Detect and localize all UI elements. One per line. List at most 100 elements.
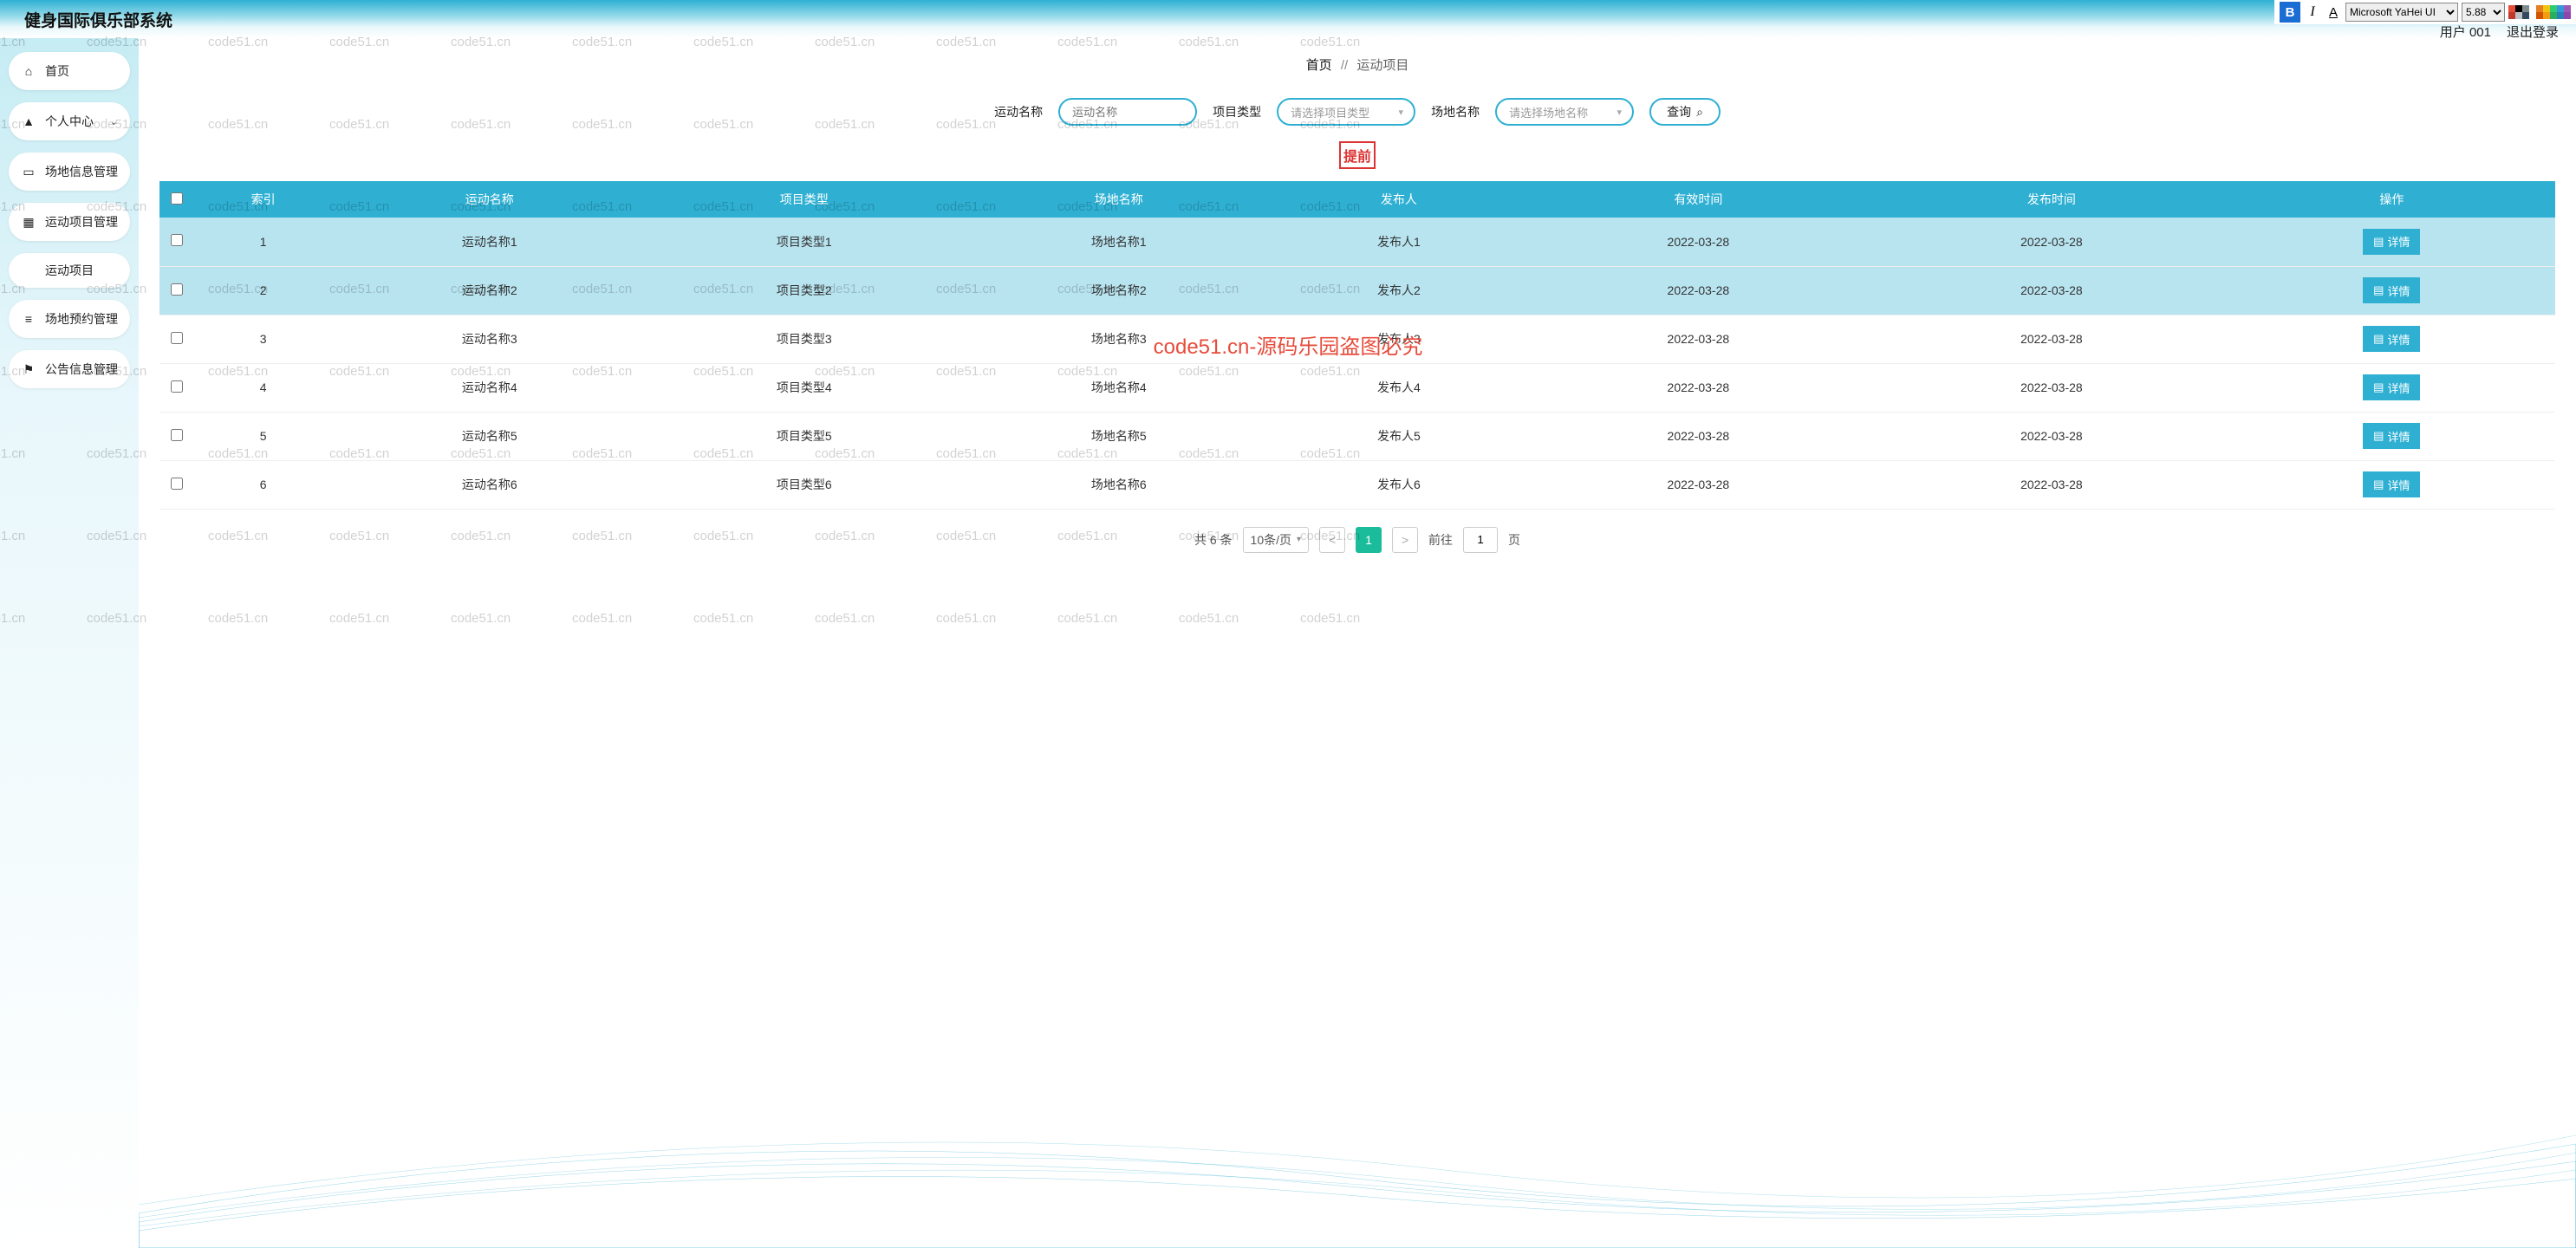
color-swatch[interactable] [2529, 12, 2536, 19]
color-swatch[interactable] [2543, 5, 2550, 12]
color-swatch[interactable] [2550, 5, 2557, 12]
sidebar-item-label: 公告信息管理 [45, 361, 118, 378]
color-swatch[interactable] [2550, 12, 2557, 19]
table-cell: ▤详情 [2228, 412, 2555, 460]
table-row: 5运动名称5项目类型5场地名称5发布人52022-03-282022-03-28… [159, 412, 2555, 460]
table-cell: 2 [194, 266, 332, 315]
color-swatch[interactable] [2557, 5, 2564, 12]
table-cell [159, 412, 194, 460]
color-swatch[interactable] [2529, 5, 2536, 12]
goto-page-input[interactable] [1463, 527, 1498, 553]
table-cell: 2022-03-28 [1875, 315, 2228, 363]
sidebar-item-label: 场地信息管理 [45, 163, 118, 180]
sidebar-item[interactable]: ▲个人中心⌄ [9, 102, 130, 140]
detail-button[interactable]: ▤详情 [2363, 423, 2420, 449]
chevron-down-icon: ▾ [1617, 107, 1623, 118]
font-size-select[interactable]: 5.88 [2462, 3, 2505, 22]
font-family-select[interactable]: Microsoft YaHei UI [2345, 3, 2458, 22]
table-cell: ▤详情 [2228, 460, 2555, 509]
color-swatch[interactable] [2564, 12, 2571, 19]
row-checkbox[interactable] [171, 429, 183, 441]
filter-bar: 运动名称 项目类型 请选择项目类型▾ 场地名称 请选择场地名称▾ 查询⌕ [159, 98, 2555, 126]
table-header-cell: 发布时间 [1875, 181, 2228, 218]
table-cell: 项目类型2 [647, 266, 961, 315]
detail-icon: ▤ [2373, 235, 2384, 249]
filter-type-select[interactable]: 请选择项目类型▾ [1277, 98, 1415, 126]
sidebar-item[interactable]: ⚑公告信息管理⌄ [9, 350, 130, 388]
filter-name-input[interactable] [1058, 98, 1197, 126]
table-header-cell: 索引 [194, 181, 332, 218]
pagination: 共 6 条 10条/页▾ < 1 > 前往 页 [159, 527, 2555, 553]
detail-button[interactable]: ▤详情 [2363, 229, 2420, 255]
sidebar-item[interactable]: ≡场地预约管理⌄ [9, 300, 130, 338]
table-cell: 2022-03-28 [1875, 460, 2228, 509]
detail-button[interactable]: ▤详情 [2363, 277, 2420, 303]
page-number-button[interactable]: 1 [1356, 527, 1382, 553]
color-swatch[interactable] [2508, 5, 2515, 12]
row-checkbox[interactable] [171, 332, 183, 344]
table-cell: 2022-03-28 [1522, 218, 1876, 266]
table-header-cell: 场地名称 [961, 181, 1276, 218]
color-swatch[interactable] [2536, 5, 2543, 12]
row-checkbox[interactable] [171, 234, 183, 246]
table-cell [159, 363, 194, 412]
detail-icon: ▤ [2373, 429, 2384, 443]
color-swatches[interactable] [2508, 5, 2571, 19]
table-header-cell: 有效时间 [1522, 181, 1876, 218]
sidebar-item[interactable]: ▦运动项目管理⌄ [9, 203, 130, 241]
row-checkbox[interactable] [171, 380, 183, 393]
page-size-select[interactable]: 10条/页▾ [1243, 527, 1310, 553]
color-swatch[interactable] [2522, 5, 2529, 12]
table-cell: 场地名称2 [961, 266, 1276, 315]
table-cell: 发布人4 [1276, 363, 1521, 412]
sidebar-sub-item[interactable]: 运动项目 [9, 253, 130, 288]
color-swatch[interactable] [2536, 12, 2543, 19]
table-row: 3运动名称3项目类型3场地名称3发布人32022-03-282022-03-28… [159, 315, 2555, 363]
detail-button[interactable]: ▤详情 [2363, 374, 2420, 400]
detail-icon: ▤ [2373, 332, 2384, 346]
color-swatch[interactable] [2564, 5, 2571, 12]
query-button[interactable]: 查询⌕ [1649, 98, 1721, 126]
detail-button[interactable]: ▤详情 [2363, 326, 2420, 352]
color-swatch[interactable] [2515, 5, 2522, 12]
row-checkbox[interactable] [171, 283, 183, 296]
table-cell: 发布人6 [1276, 460, 1521, 509]
prev-page-button[interactable]: < [1319, 527, 1345, 553]
chevron-down-icon: ⌄ [110, 217, 118, 228]
detail-button[interactable]: ▤详情 [2363, 471, 2420, 497]
table-cell: 发布人3 [1276, 315, 1521, 363]
table-cell: ▤详情 [2228, 266, 2555, 315]
chevron-down-icon: ⌄ [110, 364, 118, 375]
italic-button[interactable]: I [2304, 3, 2321, 22]
table-header-cell [159, 181, 194, 218]
filter-venue-select[interactable]: 请选择场地名称▾ [1495, 98, 1634, 126]
table-header-cell: 项目类型 [647, 181, 961, 218]
breadcrumb-home[interactable]: 首页 [1306, 58, 1332, 73]
table-header-cell: 发布人 [1276, 181, 1521, 218]
filter-type-label: 项目类型 [1213, 103, 1261, 120]
table-cell: 1 [194, 218, 332, 266]
table-cell: 发布人5 [1276, 412, 1521, 460]
color-swatch[interactable] [2557, 12, 2564, 19]
sidebar-item[interactable]: ⌂首页 [9, 52, 130, 90]
table-cell: 场地名称3 [961, 315, 1276, 363]
color-swatch[interactable] [2522, 12, 2529, 19]
user-icon: ▲ [21, 114, 36, 129]
row-checkbox[interactable] [171, 478, 183, 490]
table-cell: 场地名称1 [961, 218, 1276, 266]
breadcrumb-current: 运动项目 [1356, 58, 1408, 73]
table-cell: 场地名称6 [961, 460, 1276, 509]
color-swatch[interactable] [2515, 12, 2522, 19]
select-all-checkbox[interactable] [171, 192, 183, 205]
bold-button[interactable]: B [2280, 2, 2300, 23]
color-swatch[interactable] [2543, 12, 2550, 19]
font-color-button[interactable]: A [2325, 3, 2342, 22]
table-cell: 2022-03-28 [1522, 460, 1876, 509]
pagination-total: 共 6 条 [1194, 531, 1233, 549]
color-swatch[interactable] [2508, 12, 2515, 19]
sidebar-item[interactable]: ▭场地信息管理⌄ [9, 153, 130, 191]
goto-label: 前往 [1428, 531, 1453, 549]
table-cell: 场地名称4 [961, 363, 1276, 412]
next-page-button[interactable]: > [1392, 527, 1418, 553]
table-cell: ▤详情 [2228, 363, 2555, 412]
